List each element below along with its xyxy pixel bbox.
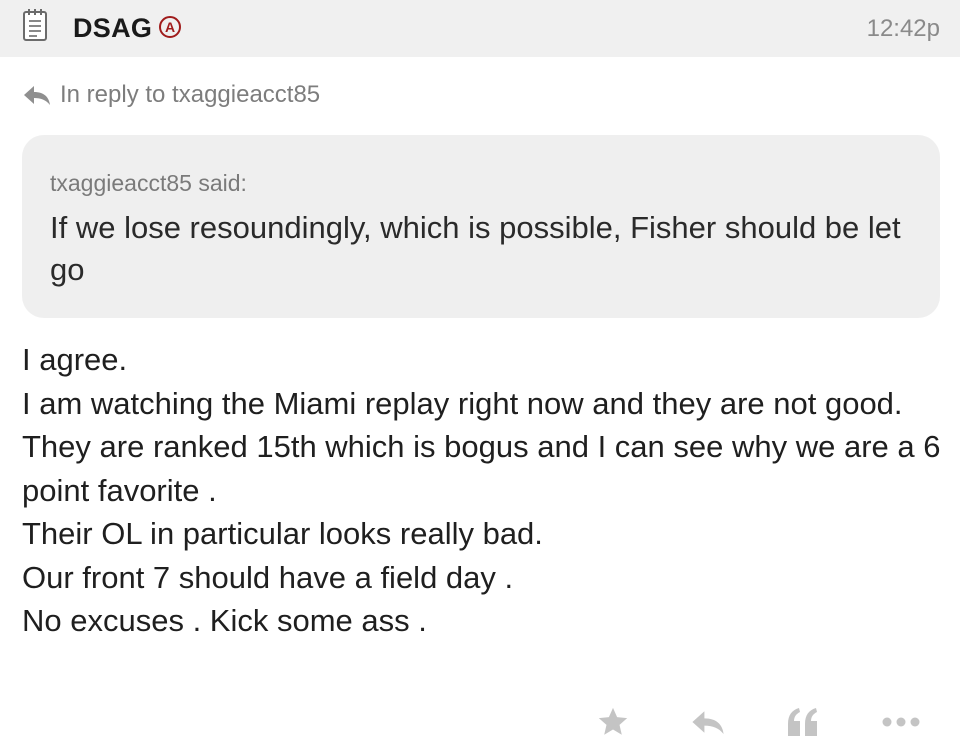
post-body-line: No excuses . Kick some ass .: [22, 603, 427, 638]
post-body-line: I agree.: [22, 342, 128, 377]
post-header: DSAG A 12:42p: [0, 0, 960, 57]
quote-button[interactable]: [781, 700, 825, 744]
star-icon: [598, 707, 628, 735]
reply-button[interactable]: [686, 700, 730, 744]
reply-arrow-icon: [24, 86, 50, 105]
post-body-line: Our front 7 should have a field day .: [22, 559, 514, 595]
post-body-line: They are ranked 15th which is bogus and …: [22, 429, 941, 508]
reply-icon: [692, 711, 724, 734]
quoted-post[interactable]: txaggieacct85 said: If we lose resoundin…: [22, 135, 940, 318]
post-body-line: Their OL in particular looks really bad.: [22, 516, 543, 551]
star-button[interactable]: [591, 700, 635, 744]
post-timestamp: 12:42p: [866, 15, 940, 42]
more-options-button[interactable]: [879, 700, 923, 744]
post-actions: [0, 700, 960, 744]
forum-post: DSAG A 12:42p In reply to txaggieacct85 …: [0, 0, 960, 750]
more-icon: [882, 717, 920, 727]
quote-text: If we lose resoundingly, which is possib…: [50, 210, 901, 287]
post-body-line: I am watching the Miami replay right now…: [22, 385, 903, 421]
notepad-icon: [23, 9, 47, 41]
user-status-badge: A: [159, 16, 181, 38]
post-username[interactable]: DSAG: [73, 13, 152, 44]
quote-icon: [788, 708, 817, 736]
in-reply-to-link[interactable]: In reply to txaggieacct85: [22, 80, 320, 110]
quote-author: txaggieacct85 said:: [50, 170, 247, 196]
in-reply-to-label: In reply to txaggieacct85: [60, 81, 321, 108]
post-body: I agree. I am watching the Miami replay …: [22, 338, 942, 643]
